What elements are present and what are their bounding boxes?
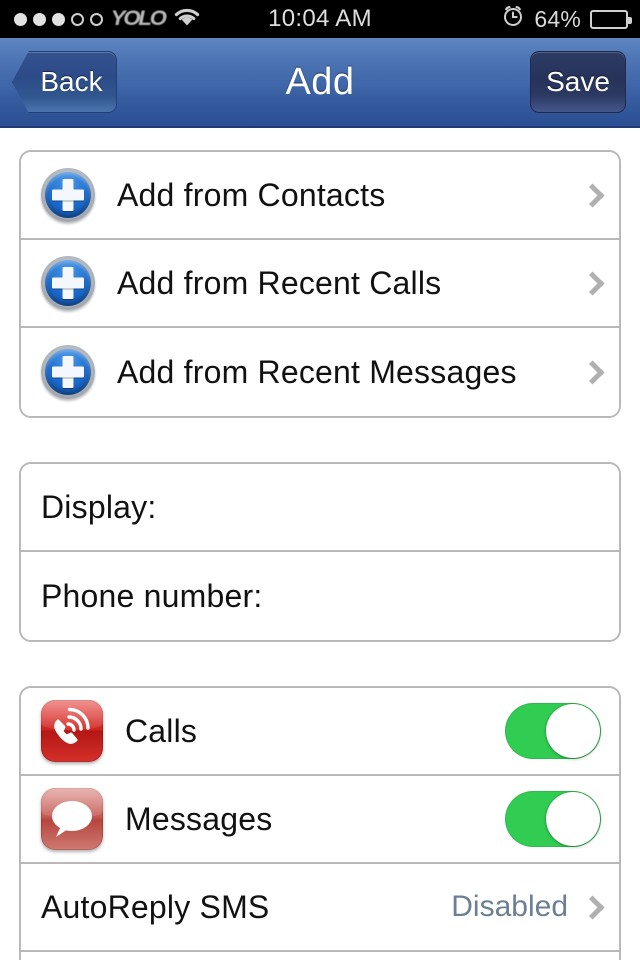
row-label: Add from Recent Calls <box>117 264 442 301</box>
display-field-label: Display: <box>41 488 157 525</box>
row-label: Add from Contacts <box>117 176 386 213</box>
row-add-from-recent-messages[interactable]: Add from Recent Messages <box>21 328 619 416</box>
status-bar-right: 64% <box>501 0 640 38</box>
battery-icon <box>590 9 632 29</box>
signal-dot-1 <box>14 12 27 26</box>
signal-dot-4 <box>71 12 84 26</box>
status-bar-clock: 10:04 AM <box>268 5 372 32</box>
phone-number-field-label: Phone number: <box>41 577 263 614</box>
chevron-right-icon <box>580 270 605 296</box>
row-messages[interactable]: Messages <box>21 776 619 864</box>
save-button[interactable]: Save <box>530 51 626 113</box>
wifi-icon <box>173 6 201 33</box>
row-label: Add from Recent Messages <box>117 353 517 390</box>
navigation-bar: Back Add Save <box>0 38 640 128</box>
plus-circle-icon <box>41 256 95 310</box>
row-display-name[interactable]: Display: <box>21 464 619 552</box>
signal-dot-2 <box>33 12 46 26</box>
chevron-right-icon <box>580 894 605 920</box>
add-sources-card: Add from Contacts Add from Recent Calls … <box>19 150 621 418</box>
alarm-clock-icon <box>501 4 525 34</box>
calls-toggle[interactable] <box>505 703 601 759</box>
chevron-right-icon <box>580 359 605 385</box>
status-bar-left: YOLO <box>0 0 201 38</box>
autoreply-sms-value: Disabled <box>451 890 568 923</box>
details-card: Display: Phone number: <box>19 462 621 642</box>
phone-screen: YOLO 10:04 AM 64% Back Add Save Add from… <box>0 0 640 960</box>
options-card: Calls Messages AutoReply SMS Disabled <box>19 686 621 960</box>
messages-toggle[interactable] <box>505 791 601 847</box>
signal-dot-3 <box>52 12 65 26</box>
phone-calls-icon <box>41 700 103 762</box>
plus-circle-icon <box>41 345 95 399</box>
battery-percent-label: 64% <box>534 5 581 32</box>
signal-strength-dots <box>14 12 103 26</box>
row-partial-bottom[interactable] <box>21 952 619 960</box>
row-label: Calls <box>125 712 198 749</box>
chevron-right-icon <box>580 182 605 208</box>
row-phone-number[interactable]: Phone number: <box>21 552 619 640</box>
row-label: Messages <box>125 800 273 837</box>
status-bar: YOLO 10:04 AM 64% <box>0 0 640 38</box>
row-calls[interactable]: Calls <box>21 688 619 776</box>
settings-content: Add from Contacts Add from Recent Calls … <box>0 128 640 960</box>
carrier-name: YOLO <box>110 7 167 30</box>
row-add-from-recent-calls[interactable]: Add from Recent Calls <box>21 240 619 328</box>
plus-circle-icon <box>41 168 95 222</box>
row-label: AutoReply SMS <box>41 888 270 925</box>
row-add-from-contacts[interactable]: Add from Contacts <box>21 152 619 240</box>
signal-dot-5 <box>90 12 103 26</box>
row-autoreply-sms[interactable]: AutoReply SMS Disabled <box>21 864 619 952</box>
message-bubble-icon <box>41 788 103 850</box>
